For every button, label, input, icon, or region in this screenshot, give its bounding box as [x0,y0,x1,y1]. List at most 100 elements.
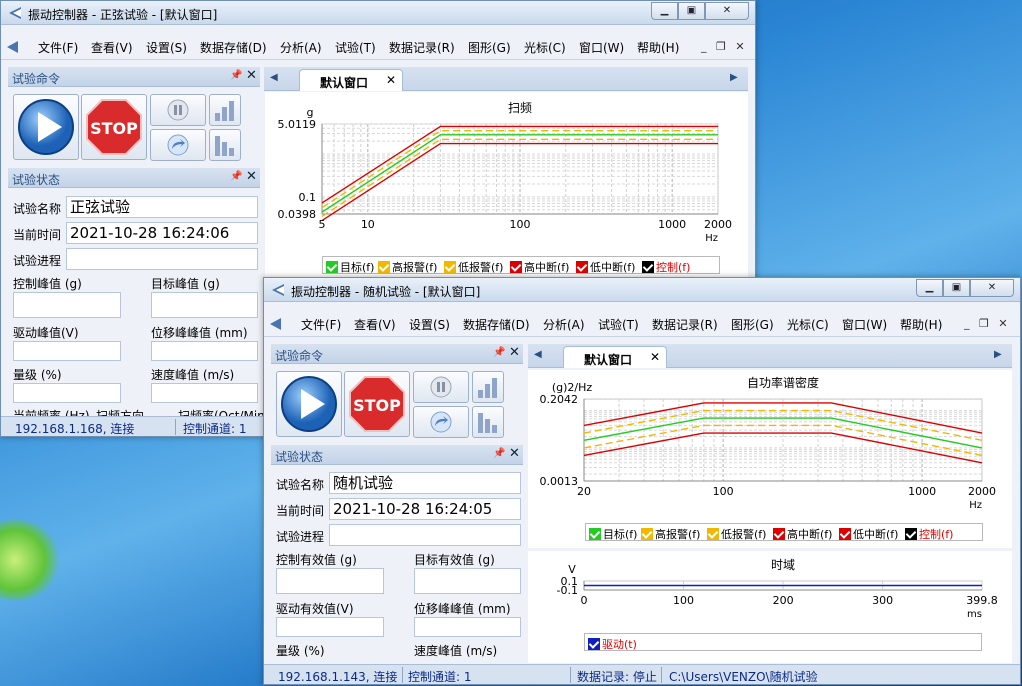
menu-test[interactable]: 试验(T) [598,316,639,333]
velocity-peak-value [151,383,258,403]
pin-icon[interactable]: 📌 [230,70,242,81]
tab-scroll-left-icon[interactable]: ◀ [534,349,542,360]
legend-label: 高报警(f) [392,261,438,274]
checkbox-icon[interactable] [707,528,719,540]
test-command-header: 试验命令 📌 ✕ [271,344,523,364]
tab-scroll-right-icon[interactable]: ▶ [994,349,1002,360]
legend-item[interactable]: 控制(f) [905,526,953,542]
close-icon[interactable]: ✕ [509,446,520,461]
maximize-button[interactable]: ▣ [943,279,970,297]
disp-peak-label: 位移峰峰值 (mm) [414,602,511,616]
checkbox-icon[interactable] [589,528,601,540]
tab-default-window[interactable]: 默认窗口 ✕ [563,346,667,368]
time-domain-chart-panel: 时域 Vms 0 100 200 300 399.8 0.1 -0.1 驱动(t) [528,551,1012,663]
legend-item[interactable]: 低中断(f) [576,259,635,275]
x-tick-label: 200 [773,594,794,607]
legend-item[interactable]: 高报警(f) [378,259,437,275]
stop-button[interactable]: STOP [81,94,147,160]
pin-icon[interactable]: 📌 [493,448,505,459]
checkbox-icon[interactable] [444,261,456,273]
menu-cursor[interactable]: 光标(C) [787,316,829,333]
pin-icon[interactable]: 📌 [230,171,242,182]
tab-close-icon[interactable]: ✕ [650,350,660,364]
level-up-button[interactable] [209,94,241,126]
menu-analysis[interactable]: 分析(A) [543,316,585,333]
menu-file[interactable]: 文件(F) [301,316,341,333]
close-button[interactable]: ✕ [970,279,1014,297]
level-down-button[interactable] [209,129,241,161]
legend-item[interactable]: 低报警(f) [444,259,503,275]
checkbox-icon[interactable] [576,261,588,273]
doc-icon[interactable] [6,41,20,53]
menu-settings[interactable]: 设置(S) [409,316,450,333]
menu-graph[interactable]: 图形(G) [731,316,774,333]
doc-icon[interactable] [269,318,283,330]
menu-data-storage[interactable]: 数据存储(D) [200,39,267,56]
legend-item[interactable]: 低报警(f) [707,526,766,542]
tab-default-window[interactable]: 默认窗口 ✕ [299,69,403,91]
mdi-controls[interactable]: _ ❐ ✕ [701,40,748,53]
maximize-button[interactable]: ▣ [678,2,705,20]
stop-button[interactable]: STOP [344,371,410,437]
menu-file[interactable]: 文件(F) [38,39,78,56]
checkbox-icon[interactable] [839,528,851,540]
menu-data-storage[interactable]: 数据存储(D) [463,316,530,333]
menu-view[interactable]: 查看(V) [354,316,396,333]
legend-label: 高报警(f) [655,528,701,541]
checkbox-icon[interactable] [773,528,785,540]
tab-scroll-left-icon[interactable]: ◀ [270,72,278,83]
checkbox-icon[interactable] [905,528,917,540]
menu-data-record[interactable]: 数据记录(R) [652,316,718,333]
start-button[interactable] [276,371,342,437]
test-state-header: 试验状态 📌 ✕ [271,445,523,465]
level-down-button[interactable] [472,406,504,438]
menu-window[interactable]: 窗口(W) [579,39,624,56]
pause-button[interactable] [150,94,206,126]
minimize-button[interactable]: ▁ [651,2,678,20]
continue-button[interactable] [413,406,469,438]
pin-icon[interactable]: 📌 [493,347,505,358]
menu-settings[interactable]: 设置(S) [146,39,187,56]
title-bar[interactable]: 振动控制器 - 随机试验 - [默认窗口] ▁ ▣ ✕ [264,278,1020,302]
menu-help[interactable]: 帮助(H) [900,316,942,333]
legend-item[interactable]: 高中断(f) [773,526,832,542]
close-icon[interactable]: ✕ [509,345,520,360]
legend-item[interactable]: 高中断(f) [510,259,569,275]
tab-scroll-right-icon[interactable]: ▶ [730,72,738,83]
close-icon[interactable]: ✕ [246,68,257,83]
legend-item[interactable]: 目标(f) [589,526,637,542]
close-button[interactable]: ✕ [705,2,749,20]
menu-graph[interactable]: 图形(G) [468,39,511,56]
start-button[interactable] [13,94,79,160]
menu-help[interactable]: 帮助(H) [637,39,679,56]
menu-test[interactable]: 试验(T) [335,39,376,56]
control-peak-label: 控制峰值 (g) [13,277,82,291]
tab-close-icon[interactable]: ✕ [386,73,396,87]
legend-item[interactable]: 低中断(f) [839,526,898,542]
legend-item[interactable]: 目标(f) [326,259,374,275]
progress-label: 试验进程 [276,530,325,544]
pause-button[interactable] [413,371,469,403]
legend-item[interactable]: 驱动(t) [588,636,637,652]
mdi-controls[interactable]: _ ❐ ✕ [964,317,1011,330]
level-up-button[interactable] [472,371,504,403]
panel-title: 试验命令 [12,72,61,86]
close-icon[interactable]: ✕ [246,169,257,184]
checkbox-icon[interactable] [326,261,338,273]
menu-data-record[interactable]: 数据记录(R) [389,39,455,56]
checkbox-icon[interactable] [642,261,654,273]
legend-item[interactable]: 控制(f) [642,259,690,275]
checkbox-icon[interactable] [510,261,522,273]
minimize-button[interactable]: ▁ [916,279,943,297]
continue-button[interactable] [150,129,206,161]
checkbox-icon[interactable] [641,528,653,540]
x-axis-label: ms [967,609,982,620]
menu-cursor[interactable]: 光标(C) [524,39,566,56]
menu-analysis[interactable]: 分析(A) [280,39,322,56]
menu-window[interactable]: 窗口(W) [842,316,887,333]
checkbox-icon[interactable] [378,261,390,273]
checkbox-icon[interactable] [588,638,600,650]
menu-view[interactable]: 查看(V) [91,39,133,56]
title-bar[interactable]: 振动控制器 - 正弦试验 - [默认窗口] ▁ ▣ ✕ [1,1,755,25]
legend-item[interactable]: 高报警(f) [641,526,700,542]
